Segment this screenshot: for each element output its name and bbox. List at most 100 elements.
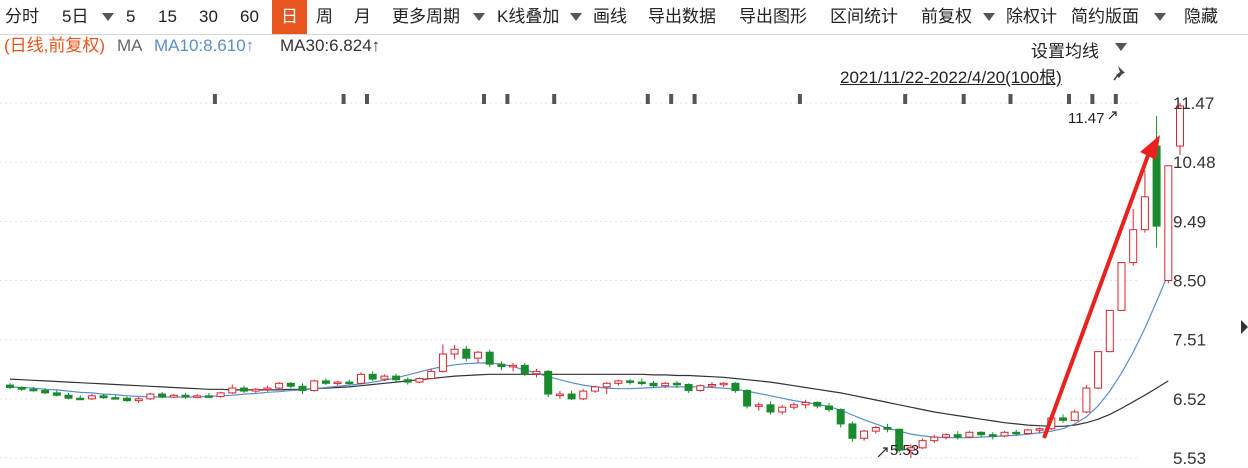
candle-body — [438, 353, 447, 372]
candle-body — [403, 379, 412, 383]
max-price-arrow-icon — [1108, 111, 1117, 120]
candle-body — [1164, 165, 1173, 281]
candle-body — [766, 404, 775, 413]
candle-body — [1012, 431, 1021, 435]
candle-body — [684, 383, 693, 391]
event-marker — [1113, 94, 1118, 104]
candle-body — [1117, 262, 1126, 311]
event-marker — [1090, 94, 1095, 104]
candle-body — [76, 397, 85, 401]
candle-body — [778, 406, 787, 413]
candle-body — [134, 398, 143, 402]
candle-body — [380, 375, 389, 380]
pin-icon[interactable] — [1113, 66, 1125, 81]
candle-body — [567, 393, 576, 400]
candle-body — [789, 404, 798, 408]
candle-body — [591, 386, 599, 392]
candle-body — [860, 430, 869, 439]
event-marker — [903, 94, 908, 104]
candle-body — [427, 370, 436, 380]
event-marker — [341, 94, 346, 104]
candle-body — [415, 378, 424, 383]
candle-body — [41, 389, 50, 394]
candle-body — [392, 375, 401, 381]
candle-body — [17, 386, 26, 390]
candle-body — [661, 382, 670, 387]
candle-body — [368, 373, 377, 380]
candle-body — [977, 431, 986, 436]
event-marker — [961, 94, 966, 104]
candle-body — [310, 380, 319, 391]
candle-body — [450, 348, 459, 355]
candle-body — [111, 397, 120, 400]
candle-body — [29, 388, 38, 392]
event-marker — [797, 94, 802, 104]
candle-body — [1129, 229, 1138, 264]
candle-body — [64, 394, 73, 399]
candle-body — [918, 440, 927, 449]
candle-body — [544, 370, 553, 395]
candle-body — [719, 382, 728, 386]
candle-body — [626, 380, 635, 383]
candle-body — [602, 382, 611, 388]
event-marker — [552, 94, 557, 104]
y-tick-label: 9.49 — [1173, 212, 1206, 231]
candle-body — [357, 373, 365, 384]
candle-body — [485, 351, 494, 365]
candle-body — [204, 395, 213, 398]
ma10-line — [9, 273, 1169, 439]
candle-body — [614, 380, 623, 384]
candle-body — [1105, 309, 1114, 353]
candle-body — [649, 382, 658, 387]
event-marker — [645, 94, 650, 104]
event-marker — [1067, 94, 1071, 104]
candle-body — [216, 392, 225, 397]
kline-chart: 11.47 10.48 9.49 8.50 7.51 6.52 5.53 11.47 5.53 — [0, 66, 1248, 468]
y-tick-label: 5.53 — [1173, 449, 1206, 468]
y-axis: 11.47 10.48 9.49 8.50 7.51 6.52 5.53 — [1173, 94, 1216, 468]
candle-body — [637, 381, 646, 385]
candle-body — [181, 394, 190, 398]
grid-lines — [0, 102, 1140, 459]
candle-body — [228, 387, 237, 394]
candle-body — [532, 370, 541, 375]
scroll-right-icon[interactable] — [1241, 320, 1248, 334]
candle-body — [6, 384, 14, 388]
candle-body — [275, 382, 284, 389]
candle-body — [801, 401, 810, 406]
candle-body — [333, 381, 342, 385]
candle-body — [848, 423, 857, 439]
candle-body — [1035, 428, 1044, 431]
candle-body — [251, 388, 260, 392]
candle-body — [672, 382, 681, 386]
candle-body — [146, 393, 155, 400]
y-tick-label: 7.51 — [1173, 331, 1206, 350]
candle-body — [298, 385, 307, 391]
event-marker — [212, 94, 217, 104]
candle-body — [509, 364, 518, 368]
candle-body — [708, 383, 716, 387]
event-marker — [692, 94, 697, 104]
candle-body — [836, 409, 845, 425]
candle-body — [1140, 196, 1149, 231]
min-price-label: 5.53 — [890, 442, 919, 459]
event-marker — [1008, 94, 1013, 104]
candle-body — [579, 390, 588, 400]
candle-body — [169, 394, 178, 398]
candle-body — [813, 401, 822, 407]
candle-body — [1059, 417, 1067, 421]
candle-body — [52, 392, 61, 396]
candle-body — [462, 348, 471, 359]
candle-body — [1082, 387, 1091, 413]
y-tick-label: 10.48 — [1173, 153, 1216, 172]
event-marker — [482, 94, 486, 104]
max-price-label: 11.47 — [1068, 110, 1104, 127]
y-tick-label: 8.50 — [1173, 272, 1206, 291]
candle-body — [953, 434, 962, 438]
candle-body — [286, 382, 295, 387]
candle-body — [1070, 411, 1079, 421]
ma30-path — [9, 373, 1169, 427]
ma30-line — [9, 373, 1169, 427]
event-marker — [505, 94, 510, 104]
y-tick-label: 11.47 — [1173, 94, 1214, 113]
